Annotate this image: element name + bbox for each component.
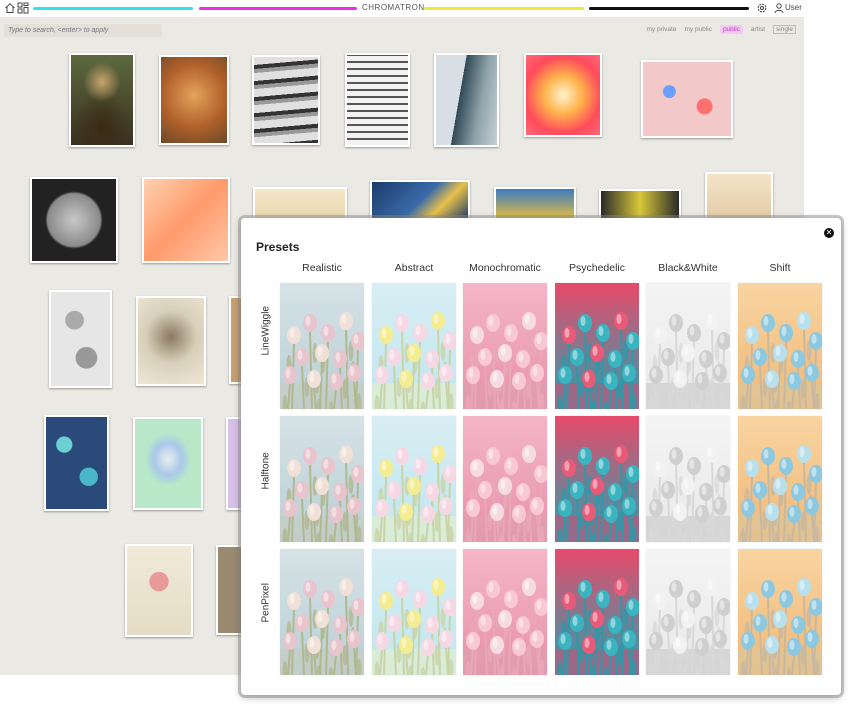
tulip-preview-image (463, 416, 547, 542)
preset-tile-penpixel-black-white[interactable] (646, 549, 730, 675)
preset-tile-halftone-black-white[interactable] (646, 416, 730, 542)
preset-tile-linewiggle-psychedelic[interactable] (555, 283, 639, 409)
column-label-shift: Shift (769, 262, 791, 274)
artwork-thumbnail[interactable] (253, 187, 347, 221)
tulip-preview-image (372, 549, 456, 675)
artwork-thumbnail[interactable] (599, 189, 681, 221)
tulip-preview-image (555, 416, 639, 542)
artwork-thumbnail[interactable] (159, 55, 229, 145)
column-label-black-white: Black&White (658, 262, 718, 274)
artwork-thumbnail[interactable] (434, 53, 499, 147)
presets-modal: Presets ✕ Realistic Abstract Monochromat… (241, 218, 841, 695)
artwork-thumbnail[interactable] (44, 415, 109, 511)
preset-tile-halftone-psychedelic[interactable] (555, 416, 639, 542)
artwork-thumbnail[interactable] (345, 53, 410, 147)
tulip-preview-image (555, 549, 639, 675)
tulip-preview-image (738, 549, 822, 675)
artwork-thumbnail[interactable] (641, 60, 733, 138)
preset-tile-linewiggle-black-white[interactable] (646, 283, 730, 409)
artwork-thumbnail[interactable] (49, 290, 112, 388)
filter-bar: my private my public public artist singl… (646, 25, 796, 34)
artwork-thumbnail[interactable] (252, 55, 320, 145)
filter-my-private[interactable]: my private (646, 26, 676, 33)
tulip-preview-image (372, 283, 456, 409)
artwork-thumbnail[interactable] (69, 53, 135, 147)
preset-tile-penpixel-shift[interactable] (738, 549, 822, 675)
close-icon[interactable]: ✕ (824, 228, 834, 238)
filter-my-public[interactable]: my public (684, 26, 711, 33)
preset-tile-penpixel-abstract[interactable] (372, 549, 456, 675)
magenta-bar (199, 7, 357, 10)
tulip-preview-image (646, 283, 730, 409)
settings-icon[interactable] (756, 2, 768, 14)
preset-tile-linewiggle-shift[interactable] (738, 283, 822, 409)
filter-public[interactable]: public (719, 25, 743, 34)
top-bar: CHROMATRON User (0, 0, 850, 17)
artwork-thumbnail[interactable] (30, 177, 118, 263)
preset-tile-halftone-monochromatic[interactable] (463, 416, 547, 542)
preset-tile-linewiggle-monochromatic[interactable] (463, 283, 547, 409)
tulip-preview-image (646, 549, 730, 675)
home-icon[interactable] (4, 2, 16, 14)
preset-tile-penpixel-monochromatic[interactable] (463, 549, 547, 675)
artwork-thumbnail[interactable] (125, 544, 193, 637)
preset-tile-linewiggle-abstract[interactable] (372, 283, 456, 409)
cyan-bar (33, 7, 193, 10)
search-input[interactable] (4, 24, 162, 37)
layout-grid-icon[interactable] (17, 2, 29, 14)
artwork-thumbnail[interactable] (133, 417, 203, 510)
artwork-thumbnail[interactable] (370, 180, 470, 222)
tulip-preview-image (738, 283, 822, 409)
tulip-preview-image (555, 283, 639, 409)
artwork-thumbnail[interactable] (136, 296, 206, 386)
yellow-bar (424, 7, 584, 10)
artwork-thumbnail[interactable] (142, 177, 230, 263)
preset-tile-penpixel-realistic[interactable] (280, 549, 364, 675)
column-label-abstract: Abstract (394, 262, 434, 274)
artwork-thumbnail[interactable] (494, 187, 576, 221)
black-bar (589, 7, 749, 10)
modal-title: Presets (256, 240, 300, 254)
artwork-thumbnail[interactable] (216, 545, 243, 635)
filter-single[interactable]: single (773, 25, 796, 34)
tulip-preview-image (463, 283, 547, 409)
row-label-penpixel: PenPixel (260, 583, 272, 623)
tulip-preview-image (372, 416, 456, 542)
column-label-psychedelic: Psychedelic (568, 262, 626, 274)
tulip-preview-image (280, 416, 364, 542)
preset-tile-linewiggle-realistic[interactable] (280, 283, 364, 409)
user-label[interactable]: User (785, 3, 802, 12)
row-label-linewiggle: LineWiggle (260, 306, 272, 356)
app-title: CHROMATRON (362, 3, 425, 12)
user-icon[interactable] (773, 2, 785, 14)
preset-tile-halftone-abstract[interactable] (372, 416, 456, 542)
tulip-preview-image (280, 549, 364, 675)
preset-tile-halftone-realistic[interactable] (280, 416, 364, 542)
column-label-monochromatic: Monochromatic (469, 262, 541, 274)
artwork-thumbnail[interactable] (705, 172, 773, 220)
tulip-preview-image (463, 549, 547, 675)
tulip-preview-image (646, 416, 730, 542)
artwork-thumbnail[interactable] (524, 53, 602, 137)
row-label-halftone: Halftone (260, 452, 272, 490)
column-label-realistic: Realistic (302, 262, 342, 274)
filter-artist[interactable]: artist (751, 26, 765, 33)
tulip-preview-image (738, 416, 822, 542)
preset-tile-halftone-shift[interactable] (738, 416, 822, 542)
tulip-preview-image (280, 283, 364, 409)
preset-tile-penpixel-psychedelic[interactable] (555, 549, 639, 675)
